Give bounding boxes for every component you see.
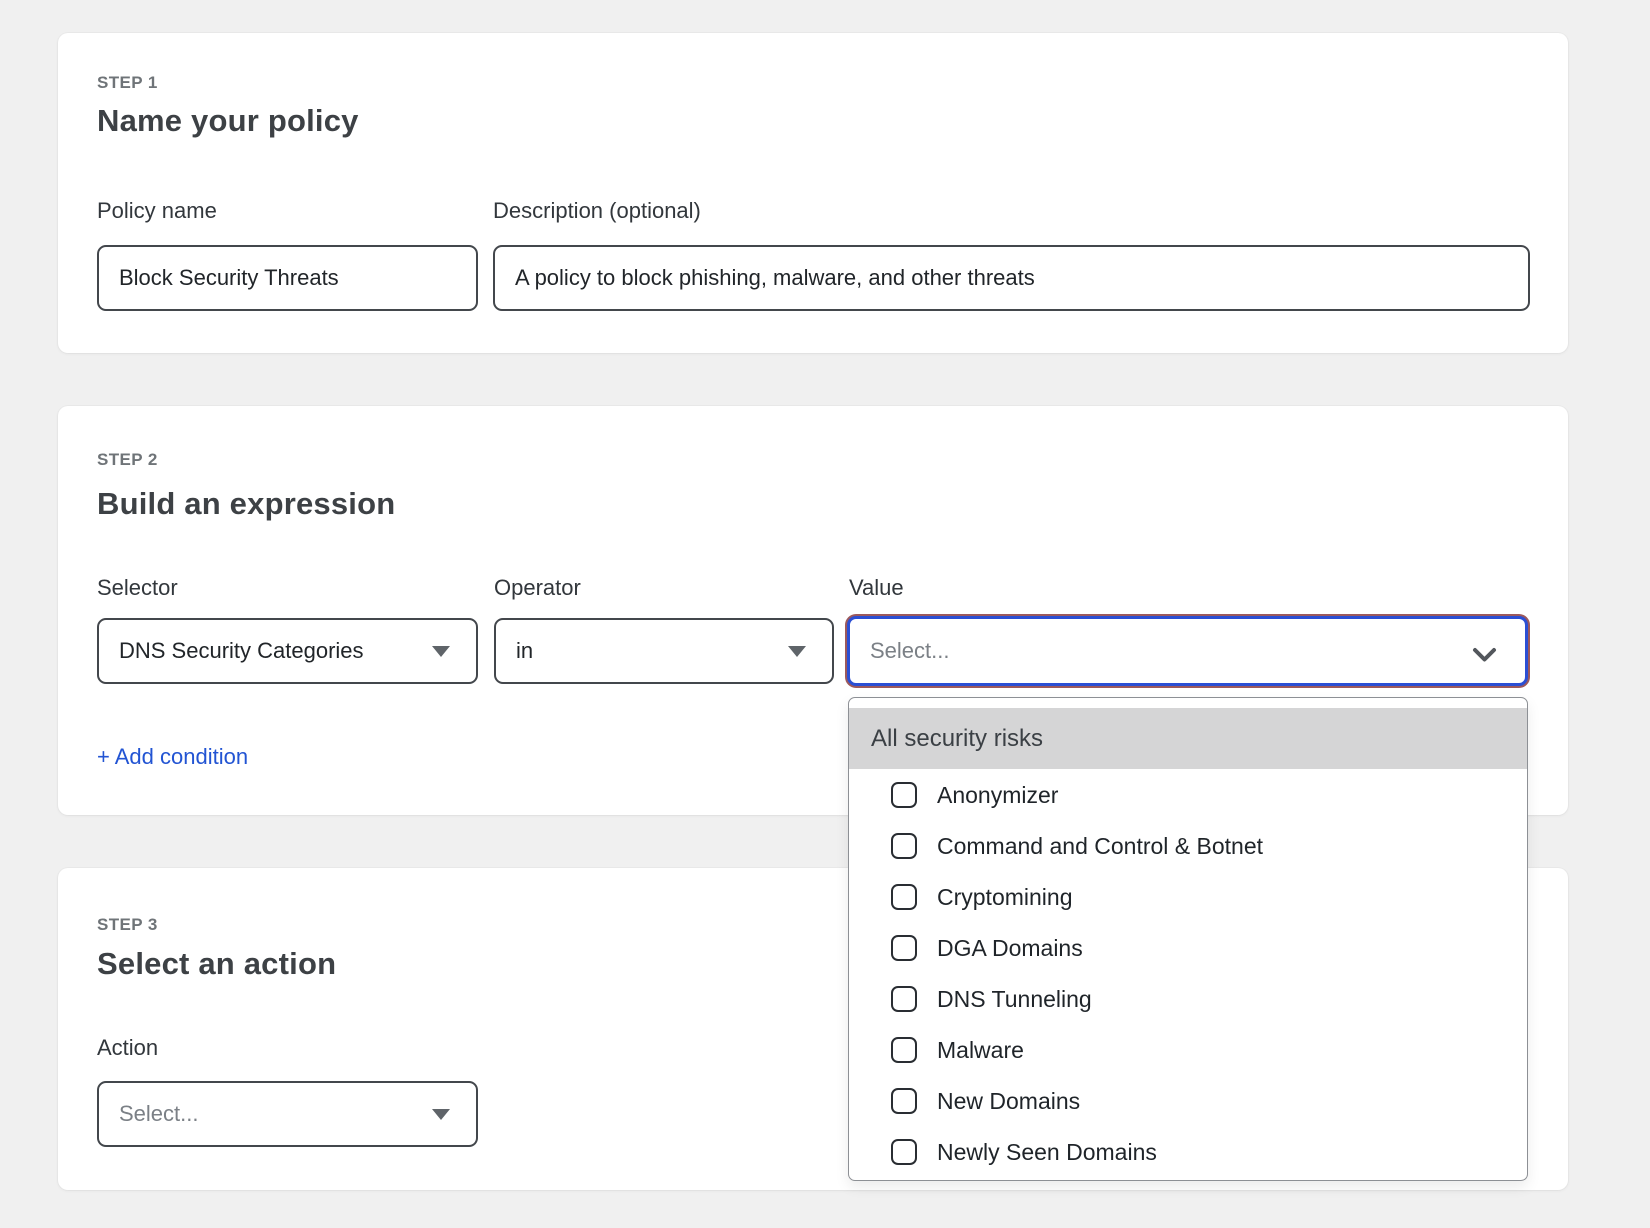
value-dropdown-panel: All security risks Anonymizer Command an… (848, 697, 1528, 1181)
checkbox-unchecked-icon[interactable] (891, 935, 917, 961)
checkbox-unchecked-icon[interactable] (891, 1088, 917, 1114)
checkbox-unchecked-icon[interactable] (891, 884, 917, 910)
step1-step-label: STEP 1 (97, 73, 158, 93)
dropdown-option[interactable]: Malware (849, 1024, 1527, 1075)
option-label: DGA Domains (937, 934, 1083, 962)
option-label: Malware (937, 1036, 1024, 1064)
policy-name-input[interactable] (97, 245, 478, 311)
dropdown-option-list: Anonymizer Command and Control & Botnet … (849, 769, 1527, 1177)
add-condition-link[interactable]: + Add condition (97, 743, 248, 770)
operator-label: Operator (494, 574, 581, 601)
policy-builder-page: STEP 1 Name your policy Policy name Desc… (0, 0, 1650, 1228)
value-multiselect[interactable]: Select... (847, 616, 1528, 686)
description-input[interactable] (493, 245, 1530, 311)
option-label: Command and Control & Botnet (937, 832, 1263, 860)
checkbox-unchecked-icon[interactable] (891, 833, 917, 859)
dropdown-option[interactable]: Newly Seen Domains (849, 1126, 1527, 1177)
checkbox-unchecked-icon[interactable] (891, 986, 917, 1012)
selector-label: Selector (97, 574, 178, 601)
selector-select[interactable]: DNS Security Categories (97, 618, 478, 684)
value-placeholder: Select... (870, 638, 949, 664)
chevron-down-icon (1472, 643, 1497, 669)
value-label: Value (849, 574, 904, 601)
checkbox-unchecked-icon[interactable] (891, 1037, 917, 1063)
step2-title: Build an expression (97, 486, 395, 522)
step1-title: Name your policy (97, 103, 359, 139)
dropdown-option[interactable]: DNS Tunneling (849, 973, 1527, 1024)
description-label: Description (optional) (493, 197, 701, 224)
action-select[interactable]: Select... (97, 1081, 478, 1147)
option-label: DNS Tunneling (937, 985, 1092, 1013)
action-placeholder: Select... (119, 1101, 198, 1127)
dropdown-option[interactable]: New Domains (849, 1075, 1527, 1126)
option-label: New Domains (937, 1087, 1080, 1115)
dropdown-option[interactable]: Cryptomining (849, 871, 1527, 922)
option-label: Newly Seen Domains (937, 1138, 1157, 1166)
dropdown-option[interactable]: DGA Domains (849, 922, 1527, 973)
checkbox-unchecked-icon[interactable] (891, 1139, 917, 1165)
caret-down-icon (788, 646, 806, 657)
operator-select-value: in (516, 638, 533, 664)
operator-select[interactable]: in (494, 618, 834, 684)
option-label: Cryptomining (937, 883, 1073, 911)
step1-card: STEP 1 Name your policy Policy name Desc… (58, 33, 1568, 353)
action-label: Action (97, 1034, 158, 1061)
dropdown-option[interactable]: Command and Control & Botnet (849, 820, 1527, 871)
step3-step-label: STEP 3 (97, 915, 158, 935)
dropdown-group-header[interactable]: All security risks (849, 708, 1527, 769)
step2-step-label: STEP 2 (97, 450, 158, 470)
dropdown-option[interactable]: Anonymizer (849, 769, 1527, 820)
step3-title: Select an action (97, 946, 336, 982)
checkbox-unchecked-icon[interactable] (891, 782, 917, 808)
selector-select-value: DNS Security Categories (119, 638, 364, 664)
option-label: Anonymizer (937, 781, 1058, 809)
caret-down-icon (432, 646, 450, 657)
policy-name-label: Policy name (97, 197, 217, 224)
caret-down-icon (432, 1109, 450, 1120)
